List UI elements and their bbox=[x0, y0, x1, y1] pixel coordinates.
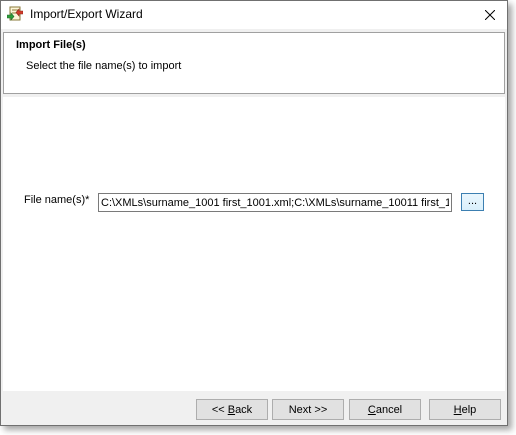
cancel-label-post: ancel bbox=[375, 403, 403, 416]
close-icon bbox=[485, 10, 495, 20]
help-label-accel: H bbox=[453, 403, 462, 416]
browse-button[interactable]: ... bbox=[461, 193, 484, 211]
wizard-header-panel: Import File(s) Select the file name(s) t… bbox=[3, 32, 505, 94]
file-name-label: File name(s)* bbox=[24, 194, 90, 206]
step-title: Import File(s) bbox=[16, 39, 86, 51]
cancel-button[interactable]: Cancel bbox=[349, 399, 421, 420]
back-label-post: ack bbox=[235, 403, 253, 416]
back-label-accel: B bbox=[227, 403, 236, 416]
title-bar: Import/Export Wizard bbox=[1, 1, 507, 29]
screen-background: Import/Export Wizard Import File(s) Sele… bbox=[0, 0, 516, 435]
wizard-button-bar: << Back Next >> Cancel Help bbox=[1, 393, 507, 425]
next-button[interactable]: Next >> bbox=[272, 399, 344, 420]
close-button[interactable] bbox=[473, 1, 507, 29]
cancel-label-accel: C bbox=[367, 403, 376, 416]
back-button[interactable]: << Back bbox=[196, 399, 268, 420]
file-name-input[interactable] bbox=[98, 193, 452, 212]
help-button[interactable]: Help bbox=[429, 399, 501, 420]
step-subtitle: Select the file name(s) to import bbox=[26, 60, 182, 72]
wizard-app-icon bbox=[6, 6, 24, 22]
window-title: Import/Export Wizard bbox=[30, 7, 143, 21]
wizard-dialog: Import/Export Wizard Import File(s) Sele… bbox=[0, 0, 508, 426]
next-label: Next >> bbox=[288, 403, 328, 416]
back-label-pre: << bbox=[211, 403, 228, 416]
wizard-content-panel: File name(s)* ... bbox=[3, 97, 505, 391]
help-label-post: elp bbox=[461, 403, 477, 416]
